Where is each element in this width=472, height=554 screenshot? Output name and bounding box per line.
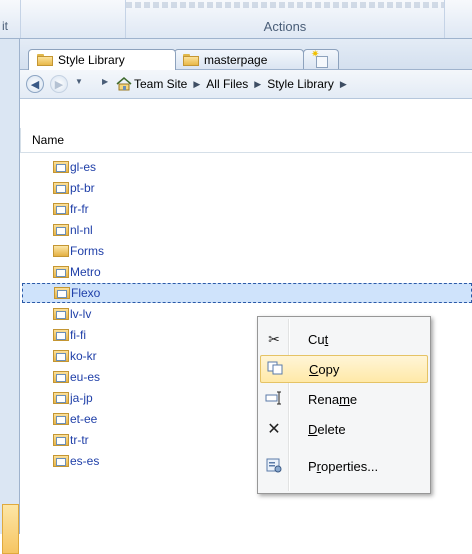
file-name: ja-jp <box>70 391 93 405</box>
chevron-right-icon[interactable]: ▶ <box>340 77 347 92</box>
scissors-icon: ✂ <box>268 330 280 347</box>
tab-label: masterpage <box>204 52 268 67</box>
library-folder-icon <box>53 307 69 321</box>
file-name: gl-es <box>70 160 97 174</box>
file-name: fi-fi <box>70 328 86 342</box>
ribbon-edit-group: it <box>0 0 21 38</box>
breadcrumb-all-files[interactable]: All Files <box>206 77 248 92</box>
ribbon-actions-label: Actions <box>263 19 307 34</box>
file-name: lv-lv <box>70 307 92 321</box>
list-item[interactable]: ko-kr <box>53 346 97 366</box>
list-item[interactable]: et-ee <box>53 409 97 429</box>
chevron-right-icon[interactable]: ▶ <box>193 77 200 92</box>
library-folder-icon <box>53 202 69 216</box>
menu-item-label: Cut <box>308 331 329 347</box>
column-divider <box>20 128 21 152</box>
library-folder-icon <box>53 160 69 174</box>
rename-icon <box>260 391 288 408</box>
folder-icon <box>53 244 69 258</box>
breadcrumb-style-library[interactable]: Style Library <box>267 77 334 92</box>
menu-item-rename[interactable]: Rename <box>260 385 428 413</box>
menu-item-copy[interactable]: Copy <box>260 355 428 383</box>
navigation-pane-edge[interactable] <box>0 39 20 554</box>
forward-button[interactable]: ▶ <box>50 75 68 93</box>
list-item[interactable]: eu-es <box>53 367 100 387</box>
library-folder-icon <box>53 391 69 405</box>
library-folder-icon <box>53 223 69 237</box>
home-icon[interactable] <box>116 77 132 91</box>
menu-item-delete[interactable]: ✕ Delete <box>260 415 428 443</box>
folder-icon <box>37 54 53 66</box>
list-item[interactable]: es-es <box>53 451 99 471</box>
menu-item-label: Properties... <box>308 458 379 474</box>
navigation-pane-selection <box>2 504 19 554</box>
ribbon-edit-label: it <box>2 19 8 33</box>
breadcrumb: Team Site ▶ All Files ▶ Style Library ▶ <box>134 77 347 92</box>
folder-icon <box>183 53 199 66</box>
library-folder-icon <box>53 454 69 468</box>
new-tab-icon <box>311 49 328 68</box>
file-name: et-ee <box>70 412 98 426</box>
menu-item-label: Copy <box>309 361 340 377</box>
context-menu: ✂ Cut Copy Rename ✕ Delete Properties... <box>257 316 431 494</box>
chevron-right-icon: ▶ <box>102 77 109 86</box>
list-item[interactable]: nl-nl <box>53 220 93 240</box>
menu-item-cut[interactable]: ✂ Cut <box>260 325 428 353</box>
list-item[interactable]: pt-br <box>53 178 95 198</box>
menu-item-properties[interactable]: Properties... <box>260 452 428 480</box>
list-item[interactable]: fr-fr <box>53 199 89 219</box>
file-name: fr-fr <box>70 202 89 216</box>
column-header-row: Name <box>20 128 472 153</box>
library-folder-icon <box>53 433 69 447</box>
breadcrumb-team-site[interactable]: Team Site <box>134 77 187 92</box>
new-tab-button[interactable] <box>303 49 339 69</box>
tab-masterpage[interactable]: masterpage <box>174 49 304 69</box>
file-name: Forms <box>70 244 104 258</box>
library-folder-icon <box>53 265 69 279</box>
file-name: Flexo <box>71 286 101 300</box>
address-bar: ◀ ▶ ▼ ▶ Team Site ▶ All Files ▶ Style Li… <box>20 70 472 99</box>
list-item-selected[interactable]: Flexo <box>22 283 472 303</box>
ribbon-actions-group: Actions <box>125 0 445 38</box>
library-folder-icon <box>53 349 69 363</box>
back-button[interactable]: ◀ <box>26 75 44 93</box>
file-name: tr-tr <box>70 433 89 447</box>
file-name: nl-nl <box>70 223 93 237</box>
column-header-name[interactable]: Name <box>32 133 64 147</box>
copy-icon <box>261 361 289 378</box>
file-name: eu-es <box>70 370 101 384</box>
menu-item-label: Rename <box>308 391 358 407</box>
list-item[interactable]: tr-tr <box>53 430 89 450</box>
file-name: pt-br <box>70 181 95 195</box>
library-folder-icon <box>53 370 69 384</box>
list-item[interactable]: fi-fi <box>53 325 86 345</box>
ribbon: it Actions <box>0 0 472 39</box>
menu-item-label: Delete <box>308 421 346 437</box>
tab-label: Style Library <box>58 53 125 67</box>
chevron-right-icon[interactable]: ▶ <box>254 77 261 92</box>
list-item[interactable]: Forms <box>53 241 104 261</box>
tab-bar: Style Library masterpage <box>20 39 472 70</box>
file-name: ko-kr <box>70 349 97 363</box>
library-folder-icon <box>53 181 69 195</box>
list-item[interactable]: Metro <box>53 262 101 282</box>
list-item[interactable]: ja-jp <box>53 388 93 408</box>
list-item[interactable]: lv-lv <box>53 304 91 324</box>
properties-icon <box>260 457 288 476</box>
recent-locations-dropdown[interactable]: ▼ <box>75 77 83 86</box>
ribbon-faded-commands <box>126 2 444 8</box>
file-name: Metro <box>70 265 101 279</box>
library-folder-icon <box>53 412 69 426</box>
file-name: es-es <box>70 454 100 468</box>
list-item[interactable]: gl-es <box>53 157 96 177</box>
delete-icon: ✕ <box>267 421 281 438</box>
library-folder-icon <box>54 286 70 300</box>
tab-style-library[interactable]: Style Library <box>28 49 176 70</box>
library-folder-icon <box>53 328 69 342</box>
